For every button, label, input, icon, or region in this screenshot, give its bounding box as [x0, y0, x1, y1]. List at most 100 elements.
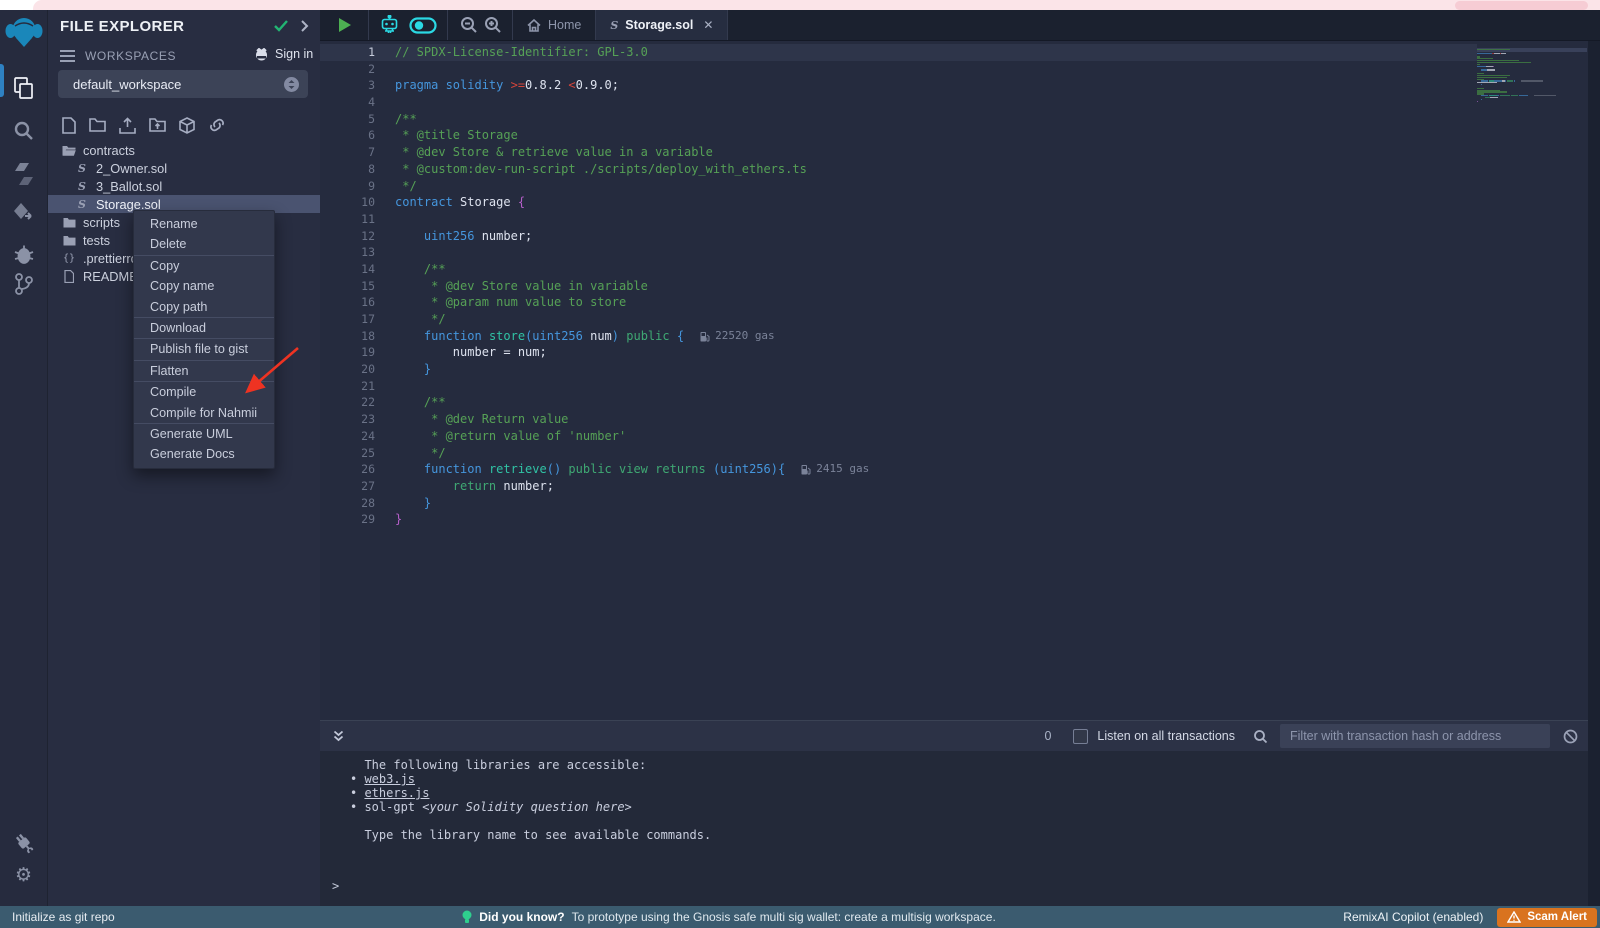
tree-item-label: tests [83, 233, 110, 248]
ai-robot-icon[interactable] [379, 15, 400, 35]
code-line-19: 19 number = num; [320, 344, 1477, 361]
code-token: () [547, 462, 561, 476]
menu-item-generate-docs[interactable]: Generate Docs [134, 444, 274, 464]
menu-item-compile-for-nahmii[interactable]: Compile for Nahmii [134, 403, 274, 423]
terminal-link-web3-js[interactable]: web3.js [364, 772, 415, 786]
new-file-icon[interactable] [62, 117, 76, 134]
menu-item-delete[interactable]: Delete [134, 234, 274, 254]
warning-triangle-icon [1507, 911, 1521, 923]
ai-toggle-icon[interactable] [409, 17, 437, 34]
tab-storage-sol[interactable]: S Storage.sol ✕ [596, 10, 727, 40]
tab-label: Storage.sol [625, 18, 693, 32]
code-line-content: } [395, 495, 431, 512]
close-tab-icon[interactable]: ✕ [703, 18, 713, 32]
code-line-25: 25 */ [320, 445, 1477, 462]
code-line-12: 12 uint256 number; [320, 228, 1477, 245]
gas-estimate-text: 2415 gas [816, 461, 869, 478]
collapse-chevrons-icon[interactable] [332, 730, 345, 743]
code-line-22: 22 /** [320, 394, 1477, 411]
menu-item-generate-uml[interactable]: Generate UML [134, 424, 274, 444]
solidity-compiler-icon[interactable] [0, 162, 47, 186]
code-token: * @param num value to store [395, 295, 626, 309]
code-line-content: /** [395, 261, 446, 278]
code-token: num [583, 329, 612, 343]
code-token: * @dev Store value in variable [395, 279, 648, 293]
link-icon[interactable] [208, 117, 226, 134]
deploy-run-icon[interactable] [0, 202, 47, 226]
code-line-27: 27 return number; [320, 478, 1477, 495]
line-number: 6 [320, 127, 375, 144]
run-script-icon[interactable] [337, 17, 352, 33]
line-number: 19 [320, 344, 375, 361]
tab-home[interactable]: Home [513, 10, 595, 40]
minimap-segment [1481, 99, 1482, 100]
terminal-link-ethers-js[interactable]: ethers.js [364, 786, 429, 800]
line-number: 25 [320, 445, 375, 462]
upload-folder-icon[interactable] [149, 117, 166, 134]
listen-transactions-checkbox[interactable] [1073, 729, 1088, 744]
file-explorer-icon[interactable] [0, 76, 47, 100]
tree-item-label: 3_Ballot.sol [96, 179, 162, 194]
terminal-prompt[interactable]: > [332, 879, 1588, 893]
minimap-segment [1490, 97, 1498, 98]
red-arrow-annotation [232, 341, 306, 401]
tree-item-contracts[interactable]: contracts [48, 141, 320, 159]
context-menu: RenameDeleteCopyCopy nameCopy pathDownlo… [133, 210, 275, 469]
code-editor[interactable]: 1// SPDX-License-Identifier: GPL-3.023pr… [320, 41, 1588, 723]
solidity-icon: S [75, 198, 89, 211]
code-token: } [395, 512, 402, 526]
code-line-15: 15 * @dev Store value in variable [320, 278, 1477, 295]
ipfs-box-icon[interactable] [179, 117, 195, 134]
editor-scrollbar-track[interactable] [1588, 41, 1600, 906]
plugin-manager-icon[interactable] [0, 832, 47, 854]
menu-item-copy-name[interactable]: Copy name [134, 276, 274, 296]
code-line-content: /** [395, 394, 446, 411]
transaction-filter-input[interactable] [1280, 724, 1550, 748]
zoom-out-icon[interactable] [460, 16, 478, 34]
zoom-in-icon[interactable] [484, 16, 502, 34]
hamburger-menu-icon[interactable] [60, 50, 75, 62]
sign-in-button[interactable]: Sign in [254, 47, 313, 61]
terminal-output[interactable]: The following libraries are accessible:•… [320, 751, 1588, 906]
copilot-status[interactable]: RemixAI Copilot (enabled) [1343, 910, 1483, 924]
code-line-content: */ [395, 311, 446, 328]
git-icon[interactable] [0, 272, 47, 296]
code-line-24: 24 * @return value of 'number' [320, 428, 1477, 445]
minimap-segment [1521, 80, 1543, 81]
tree-item-2-owner-sol[interactable]: S2_Owner.sol [48, 159, 320, 177]
menu-item-copy-path[interactable]: Copy path [134, 297, 274, 317]
solidity-icon: S [75, 180, 89, 193]
menu-item-download[interactable]: Download [134, 318, 274, 338]
code-line-content: } [395, 361, 431, 378]
minimap-segment [1487, 69, 1495, 70]
file-icon [62, 270, 76, 283]
ban-icon[interactable] [1563, 729, 1578, 744]
code-token: pragma solidity [395, 78, 511, 92]
settings-gear-icon[interactable]: ⚙ [0, 866, 47, 885]
code-token: public view [568, 462, 647, 476]
workspace-select[interactable]: default_workspace [58, 70, 308, 98]
tree-item-3-ballot-sol[interactable]: S 3_Ballot.sol [48, 177, 320, 195]
code-token: */ [395, 179, 417, 193]
minimap-segment [1493, 66, 1494, 67]
code-line-3: 3pragma solidity >=0.8.2 <0.9.0; [320, 77, 1477, 94]
scam-alert-button[interactable]: Scam Alert [1497, 908, 1597, 927]
tip-text: To prototype using the Gnosis safe multi… [572, 910, 996, 924]
upload-file-icon[interactable] [119, 117, 136, 134]
code-line-8: 8 * @custom:dev-run-script ./scripts/dep… [320, 161, 1477, 178]
search-icon[interactable] [0, 120, 47, 142]
check-icon[interactable] [274, 20, 288, 32]
code-token: return [453, 479, 496, 493]
menu-item-copy[interactable]: Copy [134, 256, 274, 276]
code-line-4: 4 [320, 94, 1477, 111]
search-icon[interactable] [1253, 729, 1268, 744]
menu-item-rename[interactable]: Rename [134, 214, 274, 234]
remix-ide-window: ⚙ FILE EXPLORER WORKSPACES Sign in defau [0, 0, 1600, 928]
editor-minimap[interactable] [1477, 41, 1587, 189]
new-folder-icon[interactable] [89, 117, 106, 134]
chevron-right-icon[interactable] [300, 20, 309, 32]
code-token: uint256 [424, 229, 475, 243]
debugger-icon[interactable] [0, 244, 47, 266]
init-git-repo-button[interactable]: Initialize as git repo [12, 910, 115, 924]
code-token: * @custom:dev-run-script ./scripts/deplo… [395, 162, 807, 176]
